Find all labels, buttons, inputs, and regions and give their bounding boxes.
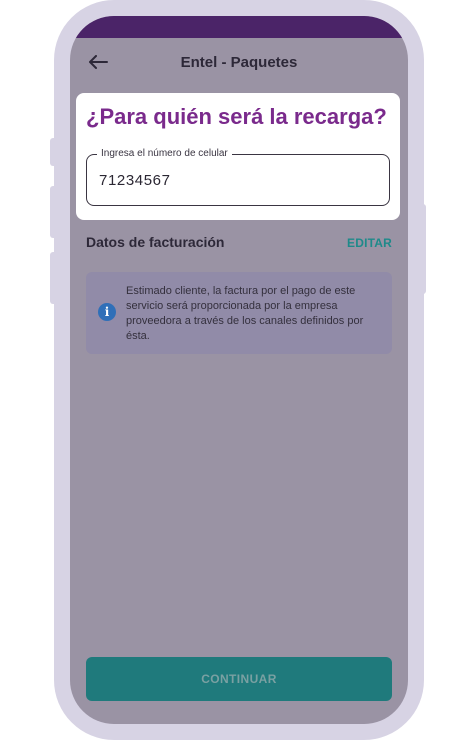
recharge-question: ¿Para quién será la recarga? xyxy=(86,104,387,129)
power-button xyxy=(418,204,426,294)
volume-up-button xyxy=(50,186,58,238)
page-title: Entel - Paquetes xyxy=(180,54,298,71)
phone-number-label: Ingresa el número de celular xyxy=(97,147,232,161)
billing-info-text: Estimado cliente, la factura por el pago… xyxy=(126,285,364,342)
phone-screen: Entel - Paquetes ¿Para quién será la rec… xyxy=(70,16,408,724)
billing-section-title: Datos de facturación xyxy=(86,234,225,250)
continue-button[interactable]: CONTINUAR xyxy=(86,657,392,701)
status-bar xyxy=(70,16,408,38)
app-header: Entel - Paquetes xyxy=(70,38,408,90)
mute-switch xyxy=(50,138,58,166)
edit-billing-button[interactable]: EDITAR xyxy=(347,236,392,250)
recharge-target-card: ¿Para quién será la recarga? Ingresa el … xyxy=(76,93,400,220)
info-icon: i xyxy=(98,303,116,321)
phone-number-field[interactable]: Ingresa el número de celular xyxy=(86,147,390,206)
volume-down-button xyxy=(50,252,58,304)
phone-number-input[interactable] xyxy=(99,167,369,193)
billing-info-notice: i Estimado cliente, la factura por el pa… xyxy=(86,272,392,354)
